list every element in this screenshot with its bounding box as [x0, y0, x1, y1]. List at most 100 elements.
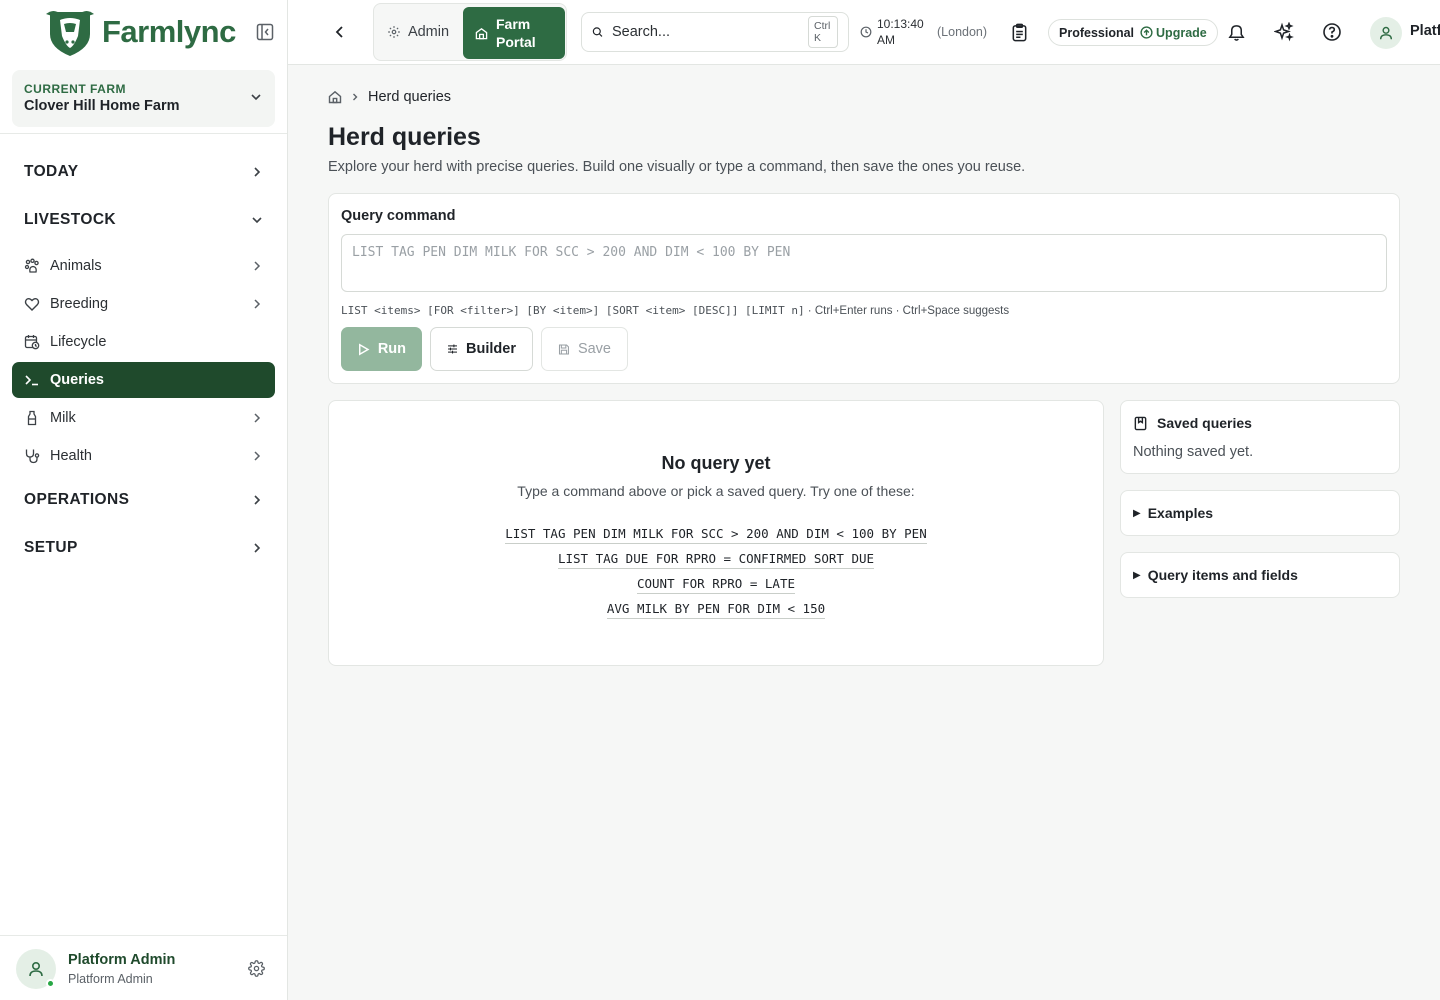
user-icon [1379, 26, 1393, 40]
saved-queries-panel: Saved queries Nothing saved yet. [1120, 400, 1400, 474]
chevron-down-icon [252, 217, 262, 224]
sidebar-user-footer: Platform Admin Platform Admin [0, 935, 287, 1000]
search-shortcut-badge: Ctrl K [807, 16, 838, 48]
disclosure-triangle-icon: ▶ [1133, 507, 1141, 519]
sliders-icon [448, 344, 458, 354]
sidebar-item-health[interactable]: Health [12, 438, 275, 474]
section-label: OPERATIONS [24, 491, 130, 508]
bell-icon [1227, 24, 1245, 41]
admin-portal-label: Admin [407, 24, 450, 40]
bookmark-icon [1134, 416, 1147, 430]
builder-button[interactable]: Builder [430, 327, 533, 371]
notifications-button[interactable] [1224, 20, 1248, 44]
user-icon [29, 961, 43, 977]
query-results-card: No query yet Type a command above or pic… [328, 400, 1104, 666]
home-icon[interactable] [328, 90, 342, 104]
sidebar-item-label: Milk [50, 410, 76, 426]
sidebar-item-lifecycle[interactable]: Lifecycle [12, 324, 275, 360]
saved-queries-title: Saved queries [1157, 415, 1252, 431]
stethoscope-icon [25, 449, 40, 464]
user-role: Platform Admin [68, 972, 153, 986]
sidebar-item-breeding[interactable]: Breeding [12, 286, 275, 322]
chevron-right-icon [254, 495, 261, 505]
global-search[interactable]: Ctrl K [581, 12, 849, 52]
sidebar-item-milk[interactable]: Milk [12, 400, 275, 436]
query-fields-summary[interactable]: ▶ Query items and fields [1133, 567, 1298, 583]
examples-summary[interactable]: ▶ Examples [1133, 505, 1213, 521]
sidebar-item-animals[interactable]: Animals [12, 248, 275, 284]
ai-assistant-button[interactable] [1272, 20, 1296, 44]
cow-shield-icon [46, 11, 94, 56]
sidebar-section-livestock[interactable]: LIVESTOCK [24, 206, 264, 234]
user-name: Platform Admin [68, 952, 176, 968]
terminal-prompt-icon [25, 375, 38, 386]
sidebar-item-label: Lifecycle [50, 334, 107, 350]
chevron-left-icon [335, 26, 343, 38]
builder-label: Builder [466, 341, 516, 357]
gear-icon[interactable] [248, 960, 265, 977]
chevron-right-icon [254, 543, 261, 553]
disclosure-triangle-icon: ▶ [1133, 569, 1141, 581]
sidebar-collapse-button[interactable] [254, 21, 276, 43]
examples-title: Examples [1147, 505, 1214, 521]
upgrade-link[interactable]: Upgrade [1140, 26, 1207, 40]
avatar[interactable] [16, 949, 56, 989]
example-queries-list: LIST TAG PEN DIM MILK FOR SCC > 200 AND … [329, 525, 1103, 619]
example-query-link[interactable]: LIST TAG PEN DIM MILK FOR SCC > 200 AND … [505, 525, 927, 544]
chevron-right-icon [254, 413, 261, 423]
query-shortcuts: · Ctrl+Enter runs · Ctrl+Space suggests [804, 305, 1010, 317]
sidebar-section-setup[interactable]: SETUP [24, 534, 264, 562]
user-menu-name[interactable]: Platform Admin [1410, 23, 1440, 39]
brand-logo[interactable]: Farmlync [44, 6, 236, 58]
breadcrumb-current: Herd queries [368, 89, 452, 105]
tasks-button[interactable] [1007, 20, 1031, 44]
milk-bottle-icon [27, 410, 37, 426]
chevron-right-icon [254, 261, 261, 271]
top-bar: Admin Farm Portal Ctrl K 10:13:40 AM (Lo… [288, 0, 1440, 65]
save-button[interactable]: Save [541, 327, 628, 371]
online-status-dot [46, 979, 55, 988]
user-avatar-button[interactable] [1370, 17, 1402, 49]
example-query-link[interactable]: COUNT FOR RPRO = LATE [636, 575, 796, 594]
example-query-link[interactable]: AVG MILK BY PEN FOR DIM < 150 [606, 600, 826, 619]
run-label: Run [377, 341, 406, 357]
page-subtitle: Explore your herd with precise queries. … [328, 159, 1026, 175]
paw-icon [24, 258, 39, 273]
example-query-link[interactable]: LIST TAG DUE FOR RPRO = CONFIRMED SORT D… [557, 550, 875, 569]
current-farm-caption: CURRENT FARM [24, 82, 126, 96]
clock-time: 10:13:40 AM [877, 17, 924, 47]
empty-state-title: No query yet [661, 453, 771, 473]
sidebar-item-label: Animals [50, 258, 102, 274]
section-label: SETUP [24, 539, 78, 556]
plan-name: Professional [1059, 25, 1135, 40]
play-icon [359, 342, 370, 356]
run-button[interactable]: Run [341, 327, 422, 371]
query-command-input[interactable] [341, 234, 1387, 292]
sidebar-item-label: Queries [50, 372, 104, 388]
examples-disclosure[interactable]: ▶ Examples [1120, 490, 1400, 536]
chevron-right-icon [353, 93, 358, 101]
chevron-right-icon [254, 451, 261, 461]
query-fields-disclosure[interactable]: ▶ Query items and fields [1120, 552, 1400, 598]
sidebar-section-operations[interactable]: OPERATIONS [24, 486, 264, 514]
search-input[interactable] [611, 24, 799, 40]
barn-icon [475, 27, 488, 39]
back-button[interactable] [328, 20, 352, 44]
breadcrumb: Herd queries [328, 89, 451, 105]
plan-badge[interactable]: Professional Upgrade [1048, 19, 1218, 46]
calendar-clock-icon [24, 335, 40, 350]
current-farm-picker[interactable]: CURRENT FARM Clover Hill Home Farm [12, 70, 275, 127]
farm-portal-tab[interactable]: Farm Portal [463, 7, 565, 59]
sidebar-item-queries[interactable]: Queries [12, 362, 275, 398]
chevron-right-icon [254, 167, 261, 177]
help-button[interactable] [1320, 20, 1344, 44]
clock-timezone: (London) [937, 25, 988, 39]
sidebar-divider [0, 133, 287, 134]
sidebar-collapse-icon [256, 23, 274, 41]
query-command-card: Query command LIST <items> [FOR <filter>… [328, 193, 1400, 384]
sidebar-section-today[interactable]: TODAY [24, 158, 264, 186]
clipboard-list-icon [1012, 23, 1026, 41]
query-syntax-hint: LIST <items> [FOR <filter>] [BY <item>] … [341, 304, 1009, 317]
sidebar: Farmlync CURRENT FARM Clover Hill Home F… [0, 0, 288, 1000]
admin-portal-tab[interactable]: Admin [374, 4, 462, 60]
